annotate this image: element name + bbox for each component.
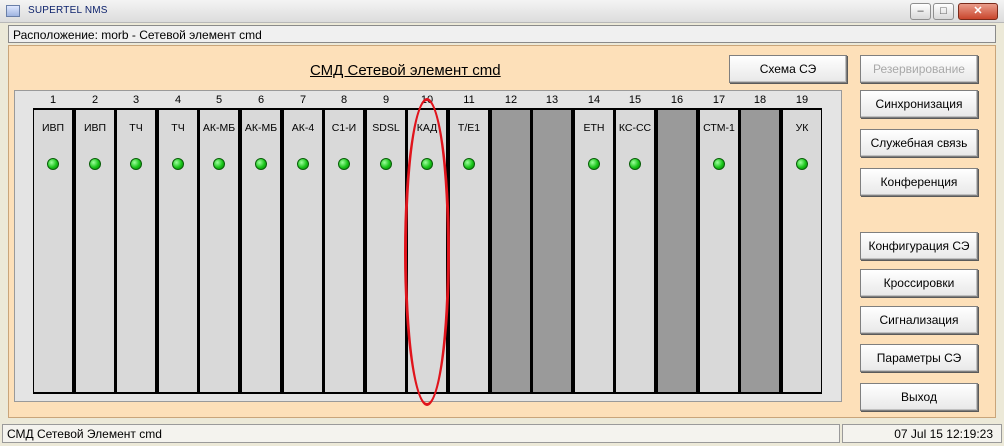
slot-label: СТМ-1 — [703, 122, 735, 134]
slot-empty[interactable] — [658, 110, 696, 392]
slot-number: 9 — [382, 94, 390, 106]
slot-number: 3 — [132, 94, 140, 106]
exit-button[interactable]: Выход — [860, 383, 978, 411]
status-text: СМД Сетевой Элемент cmd — [7, 427, 162, 441]
slot-card[interactable]: АК-МБ — [242, 110, 280, 392]
slot-empty[interactable] — [741, 110, 779, 392]
slot-label: АК-МБ — [202, 122, 236, 134]
slot-label: ИВП — [41, 122, 65, 134]
slot-number: 17 — [712, 94, 726, 106]
slot-label: АК-4 — [291, 122, 315, 134]
cross-connect-button[interactable]: Кроссировки — [860, 269, 978, 297]
slot-number: 15 — [628, 94, 642, 106]
slot-card[interactable]: ТЧ — [117, 110, 155, 392]
slot-label: SDSL — [372, 122, 400, 134]
status-led-icon — [297, 158, 309, 170]
status-panel: СМД Сетевой Элемент cmd — [2, 424, 840, 443]
close-button[interactable]: ✕ — [958, 3, 998, 20]
reserve-button[interactable]: Резервирование — [860, 55, 978, 83]
slot-card[interactable]: УК — [783, 110, 821, 392]
slot-card[interactable]: ТЧ — [159, 110, 197, 392]
slot-number: 13 — [545, 94, 559, 106]
location-bar: Расположение: morb - Сетевой элемент cmd — [8, 25, 996, 43]
slot-number: 19 — [795, 94, 809, 106]
minimize-button[interactable]: – — [910, 3, 931, 20]
slot-card[interactable]: АК-МБ — [200, 110, 238, 392]
slot-number: 11 — [463, 94, 475, 106]
window-title: SUPERTEL NMS — [28, 5, 108, 16]
slot-label: ТЧ — [171, 122, 185, 134]
slot-label: УК — [795, 122, 809, 134]
status-led-icon — [629, 158, 641, 170]
slot-label: КС-СС — [618, 122, 652, 134]
slot-label: Т/Е1 — [457, 122, 481, 134]
maximize-button[interactable]: □ — [933, 3, 954, 20]
slot-empty[interactable] — [492, 110, 530, 392]
status-bar: СМД Сетевой Элемент cmd 07 Jul 15 12:19:… — [0, 422, 1004, 446]
slot-card[interactable]: АК-4 — [284, 110, 322, 392]
slot-label: ETH — [583, 122, 605, 134]
slot-number: 5 — [215, 94, 223, 106]
slot-number: 12 — [504, 94, 518, 106]
config-button[interactable]: Конфигурация СЭ — [860, 232, 978, 260]
slot-number: 14 — [587, 94, 601, 106]
slot-label: С1-И — [331, 122, 357, 134]
alarm-button[interactable]: Сигнализация — [860, 306, 978, 334]
slot-number: 8 — [340, 94, 348, 106]
slot-card[interactable]: СТМ-1 — [700, 110, 738, 392]
sync-button[interactable]: Синхронизация — [860, 90, 978, 118]
status-led-icon — [463, 158, 475, 170]
status-led-icon — [213, 158, 225, 170]
page-title[interactable]: СМД Сетевой элемент cmd — [310, 62, 501, 79]
params-button[interactable]: Параметры СЭ — [860, 344, 978, 372]
location-text: Расположение: morb - Сетевой элемент cmd — [13, 28, 262, 42]
slot-empty[interactable] — [533, 110, 571, 392]
status-led-icon — [255, 158, 267, 170]
status-led-icon — [588, 158, 600, 170]
slot-number: 7 — [299, 94, 307, 106]
slot-label: АК-МБ — [244, 122, 278, 134]
status-led-icon — [713, 158, 725, 170]
datetime-panel: 07 Jul 15 12:19:23 — [842, 424, 1002, 443]
slot-card[interactable]: ИВП — [76, 110, 114, 392]
app-icon — [6, 5, 20, 17]
slot-card[interactable]: С1-И — [325, 110, 363, 392]
status-led-icon — [172, 158, 184, 170]
status-led-icon — [89, 158, 101, 170]
slot-card[interactable]: ETH — [575, 110, 613, 392]
service-link-button[interactable]: Служебная связь — [860, 129, 978, 157]
slot-label: ИВП — [83, 122, 107, 134]
slot-number: 1 — [49, 94, 57, 106]
title-bar: SUPERTEL NMS – □ ✕ — [0, 0, 1004, 23]
slot-number: 18 — [753, 94, 767, 106]
status-led-icon — [47, 158, 59, 170]
scheme-button[interactable]: Схема СЭ — [729, 55, 847, 83]
status-led-icon — [130, 158, 142, 170]
slot-number: 4 — [174, 94, 182, 106]
status-led-icon — [338, 158, 350, 170]
conference-button[interactable]: Конференция — [860, 168, 978, 196]
slot-card[interactable]: SDSL — [367, 110, 405, 392]
slot-number: 16 — [670, 94, 684, 106]
slot-card[interactable]: ИВП — [34, 110, 72, 392]
highlight-ellipse — [404, 98, 450, 406]
status-led-icon — [380, 158, 392, 170]
slot-card[interactable]: КС-СС — [616, 110, 654, 392]
datetime-text: 07 Jul 15 12:19:23 — [894, 427, 993, 441]
slot-label: ТЧ — [129, 122, 143, 134]
slot-number: 2 — [91, 94, 99, 106]
status-led-icon — [796, 158, 808, 170]
slot-number: 6 — [257, 94, 265, 106]
slot-card[interactable]: Т/Е1 — [450, 110, 488, 392]
